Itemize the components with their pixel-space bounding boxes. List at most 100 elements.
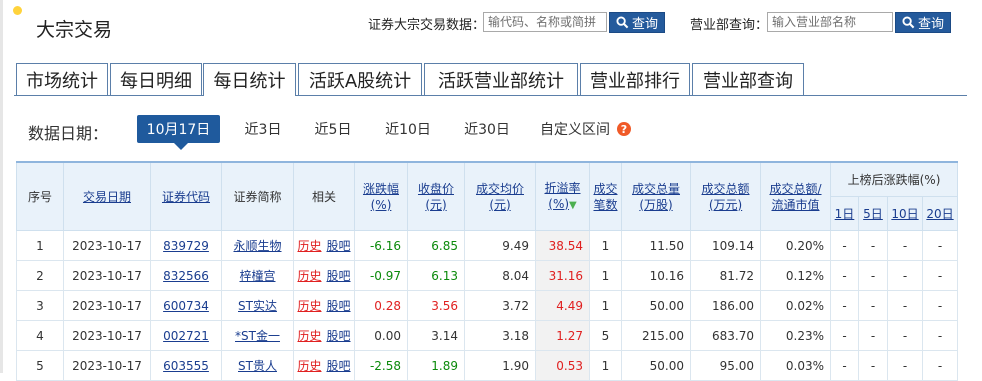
sort-desc-icon: ▼ bbox=[569, 199, 577, 211]
cell-d10: - bbox=[887, 350, 923, 381]
stock-code-link[interactable]: 600734 bbox=[163, 299, 209, 313]
tab-market-stats[interactable]: 市场统计 bbox=[16, 63, 108, 95]
history-link[interactable]: 历史 bbox=[297, 299, 321, 313]
cell-d5: - bbox=[858, 260, 888, 291]
forum-link[interactable]: 股吧 bbox=[327, 239, 351, 253]
cell-d5: - bbox=[858, 290, 888, 321]
header-code[interactable]: 证券代码 bbox=[150, 161, 222, 231]
cell-value: 2023-10-17 bbox=[72, 268, 142, 283]
header-avg-price[interactable]: 成交均价 (元) bbox=[464, 161, 536, 231]
help-icon[interactable]: ? bbox=[617, 122, 631, 136]
cell-date: 2023-10-17 bbox=[63, 290, 151, 321]
table-row: 4 2023-10-17 002721 *ST金一 历史 股吧 0.00 3.14 3.18 1.… bbox=[16, 320, 958, 351]
period-option-oct17[interactable]: 10月17日 bbox=[137, 115, 220, 143]
header-premium-rate[interactable]: 折溢率 (%)▼ bbox=[535, 161, 590, 231]
cell-related: 历史 股吧 bbox=[293, 320, 355, 351]
tab-active-branches[interactable]: 活跃营业部统计 bbox=[424, 63, 578, 95]
cell-change: -6.16 bbox=[354, 230, 408, 261]
header-20d[interactable]: 20日 bbox=[922, 196, 958, 231]
period-option-custom[interactable]: 自定义区间 bbox=[533, 115, 617, 143]
cell-d20: - bbox=[922, 260, 958, 291]
cell-value: - bbox=[870, 328, 876, 343]
period-option-30d[interactable]: 近30日 bbox=[453, 115, 521, 143]
cell-name: ST实达 bbox=[221, 290, 294, 321]
stock-search-button[interactable]: 查询 bbox=[609, 12, 665, 33]
cell-d5: - bbox=[858, 230, 888, 261]
cell-d1: - bbox=[830, 230, 859, 261]
forum-link[interactable]: 股吧 bbox=[327, 329, 351, 343]
cell-ratio: 0.23% bbox=[760, 320, 831, 351]
cell-value: - bbox=[842, 358, 847, 373]
header-trade-count[interactable]: 成交 笔数 bbox=[589, 161, 622, 231]
cell-d10: - bbox=[887, 290, 923, 321]
period-option-3d[interactable]: 近3日 bbox=[233, 115, 293, 143]
header-change-pct[interactable]: 涨跌幅 (%) bbox=[354, 161, 408, 231]
cell-value: - bbox=[870, 238, 876, 253]
stock-code-link[interactable]: 002721 bbox=[163, 329, 209, 343]
cell-value: -2.58 bbox=[369, 358, 401, 373]
date-filter-label: 数据日期： bbox=[28, 124, 109, 143]
cell-count: 1 bbox=[589, 260, 622, 291]
cell-ratio: 0.02% bbox=[760, 290, 831, 321]
cell-name: ST贵人 bbox=[221, 350, 294, 381]
header-1d[interactable]: 1日 bbox=[830, 196, 859, 231]
cell-value: 1 bbox=[601, 268, 610, 283]
header-5d[interactable]: 5日 bbox=[858, 196, 888, 231]
cell-name: 梓橦宫 bbox=[221, 260, 294, 291]
stock-name-link[interactable]: ST贵人 bbox=[238, 359, 277, 373]
period-option-10d[interactable]: 近10日 bbox=[374, 115, 442, 143]
tab-daily-detail[interactable]: 每日明细 bbox=[110, 63, 202, 95]
stock-code-link[interactable]: 832566 bbox=[163, 269, 209, 283]
cell-ratio: 0.20% bbox=[760, 230, 831, 261]
dept-search-input[interactable] bbox=[767, 12, 893, 32]
cell-amount: 683.70 bbox=[690, 320, 761, 351]
cell-d20: - bbox=[922, 290, 958, 321]
active-period-pointer bbox=[174, 143, 188, 150]
stock-name-link[interactable]: 梓橦宫 bbox=[239, 269, 275, 283]
cell-change: -0.97 bbox=[354, 260, 408, 291]
stock-code-link[interactable]: 839729 bbox=[163, 239, 209, 253]
stock-search-input[interactable] bbox=[483, 12, 607, 32]
cell-count: 5 bbox=[589, 320, 622, 351]
header-amount-ratio[interactable]: 成交总额/流通市值 bbox=[760, 161, 831, 231]
history-link[interactable]: 历史 bbox=[297, 269, 321, 283]
cell-value: - bbox=[842, 238, 847, 253]
forum-link[interactable]: 股吧 bbox=[327, 299, 351, 313]
header-total-volume[interactable]: 成交总量 (万股) bbox=[621, 161, 691, 231]
cell-d1: - bbox=[830, 350, 859, 381]
header-total-amount[interactable]: 成交总额 (万元) bbox=[690, 161, 761, 231]
history-link[interactable]: 历史 bbox=[297, 329, 321, 343]
forum-link[interactable]: 股吧 bbox=[327, 269, 351, 283]
stock-name-link[interactable]: *ST金一 bbox=[235, 329, 280, 343]
cell-code: 600734 bbox=[150, 290, 222, 321]
header-10d[interactable]: 10日 bbox=[887, 196, 923, 231]
cell-value: 2023-10-17 bbox=[72, 298, 142, 313]
cell-avg: 9.49 bbox=[464, 230, 536, 261]
cell-seq: 2 bbox=[16, 260, 64, 291]
header-close-price[interactable]: 收盘价 (元) bbox=[407, 161, 465, 231]
tab-branch-query[interactable]: 营业部查询 bbox=[692, 63, 804, 95]
cell-code: 839729 bbox=[150, 230, 222, 261]
cell-value: 81.72 bbox=[719, 268, 754, 283]
stock-search-label: 证券大宗交易数据： bbox=[368, 18, 486, 33]
table-row: 5 2023-10-17 603555 ST贵人 历史 股吧 -2.58 1.89 1.90 0.… bbox=[16, 350, 958, 381]
cell-value: 31.16 bbox=[548, 268, 583, 283]
stock-name-link[interactable]: 永顺生物 bbox=[233, 239, 281, 253]
cell-d10: - bbox=[887, 260, 923, 291]
daily-stats-table: 序号 交易日期 证券代码 证券简称 相关 涨跌幅 (%) 收盘价 (元) 成交均价(… bbox=[16, 161, 958, 381]
tab-active-a-shares[interactable]: 活跃A股统计 bbox=[298, 63, 422, 95]
stock-name-link[interactable]: ST实达 bbox=[238, 299, 277, 313]
forum-link[interactable]: 股吧 bbox=[327, 359, 351, 373]
tab-daily-stats[interactable]: 每日统计 bbox=[203, 63, 296, 96]
period-option-5d[interactable]: 近5日 bbox=[303, 115, 363, 143]
history-link[interactable]: 历史 bbox=[297, 359, 321, 373]
cell-value: 10.16 bbox=[649, 268, 684, 283]
tab-branch-ranking[interactable]: 营业部排行 bbox=[580, 63, 690, 95]
dept-search-button[interactable]: 查询 bbox=[895, 12, 951, 33]
stock-code-link[interactable]: 603555 bbox=[163, 359, 209, 373]
cell-value: 4 bbox=[36, 328, 44, 343]
cell-value: 50.00 bbox=[649, 358, 684, 373]
cell-seq: 5 bbox=[16, 350, 64, 381]
history-link[interactable]: 历史 bbox=[297, 239, 321, 253]
header-trade-date[interactable]: 交易日期 bbox=[63, 161, 151, 231]
